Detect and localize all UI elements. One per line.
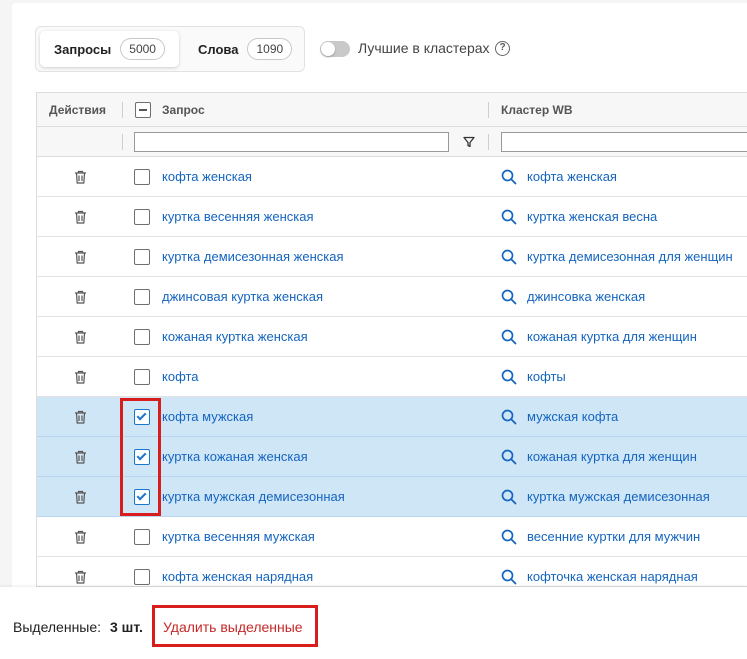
row-checkbox[interactable] [134,209,150,225]
table-row: куртка демисезонная женская куртка демисе… [37,237,747,277]
row-checkbox[interactable] [134,489,150,505]
search-icon[interactable] [501,529,517,545]
trash-icon[interactable] [74,330,87,344]
search-icon[interactable] [501,169,517,185]
trash-icon[interactable] [74,290,87,304]
trash-icon[interactable] [74,250,87,264]
query-link[interactable]: джинсовая куртка женская [162,289,323,304]
queries-table: Действия Запрос Кластер WB кофта женская… [36,92,747,587]
trash-icon[interactable] [74,570,87,584]
cluster-link[interactable]: кофта женская [527,169,617,184]
query-link[interactable]: куртка весенняя женская [162,209,314,224]
search-icon[interactable] [501,249,517,265]
search-icon[interactable] [501,329,517,345]
row-checkbox[interactable] [134,569,150,585]
cluster-link[interactable]: весенние куртки для мужчин [527,529,700,544]
best-in-clusters-label: Лучшие в кластерах [358,40,490,56]
table-row: кофта кофты [37,357,747,397]
row-checkbox[interactable] [134,169,150,185]
column-query[interactable]: Запрос [162,103,205,117]
column-actions: Действия [49,103,107,117]
best-in-clusters-toggle[interactable] [320,41,350,57]
query-link[interactable]: кофта женская [162,169,252,184]
search-icon[interactable] [501,209,517,225]
query-link[interactable]: кожаная куртка женская [162,329,308,344]
filter-icon[interactable] [463,136,475,148]
row-checkbox[interactable] [134,249,150,265]
table-row: кожаная куртка женская кожаная куртка для… [37,317,747,357]
table-row: джинсовая куртка женская джинсовка женска… [37,277,747,317]
check-mark [136,490,147,501]
column-separator [488,102,489,118]
table-row: кофта мужская мужская кофта [37,397,747,437]
row-checkbox[interactable] [134,529,150,545]
delete-selected-button[interactable]: Удалить выделенные [163,619,303,635]
query-link[interactable]: куртка демисезонная женская [162,249,344,264]
cluster-link[interactable]: кофты [527,369,566,384]
column-cluster[interactable]: Кластер WB [501,103,573,117]
query-link[interactable]: кофта [162,369,199,384]
tab-words[interactable]: Слова 1090 [184,31,302,67]
table-row: куртка весенняя женская куртка женская ве… [37,197,747,237]
trash-icon[interactable] [74,210,87,224]
tab-queries-label: Запросы [54,41,112,57]
trash-icon[interactable] [74,370,87,384]
search-icon[interactable] [501,289,517,305]
check-mark [136,450,147,461]
column-separator [122,134,123,150]
tab-words-label: Слова [198,41,239,57]
filter-row [37,127,747,157]
query-link[interactable]: куртка кожаная женская [162,449,308,464]
table-row: кофта женская нарядная кофточка женская н… [37,557,747,586]
cluster-link[interactable]: куртка демисезонная для женщин [527,249,733,264]
row-checkbox[interactable] [134,369,150,385]
search-icon[interactable] [501,449,517,465]
trash-icon[interactable] [74,530,87,544]
query-link[interactable]: кофта мужская [162,409,253,424]
cluster-link[interactable]: куртка мужская демисезонная [527,489,710,504]
search-icon[interactable] [501,369,517,385]
tab-queries-count: 5000 [120,38,165,60]
search-icon[interactable] [501,569,517,585]
search-icon[interactable] [501,489,517,505]
check-mark [136,410,147,421]
cluster-filter-input[interactable] [501,132,747,152]
cluster-link[interactable]: джинсовка женская [527,289,645,304]
indeterminate-mark [139,109,147,111]
selection-footer: Выделенные: 3 шт. Удалить выделенные [0,587,747,659]
table-row: кофта женская кофта женская [37,157,747,197]
selected-count: 3 шт. [110,619,143,635]
cluster-link[interactable]: мужская кофта [527,409,618,424]
select-all-checkbox[interactable] [135,102,151,118]
search-icon[interactable] [501,409,517,425]
cluster-link[interactable]: кожаная куртка для женщин [527,329,697,344]
query-link[interactable]: кофта женская нарядная [162,569,313,584]
column-separator [122,102,123,118]
cluster-link[interactable]: кожаная куртка для женщин [527,449,697,464]
tab-queries[interactable]: Запросы 5000 [40,31,179,67]
column-separator [488,134,489,150]
row-checkbox[interactable] [134,409,150,425]
query-link[interactable]: куртка весенняя мужская [162,529,315,544]
table-row: куртка кожаная женская кожаная куртка для… [37,437,747,477]
query-filter-input[interactable] [134,132,449,152]
query-link[interactable]: куртка мужская демисезонная [162,489,345,504]
table-header: Действия Запрос Кластер WB [37,93,747,127]
tab-words-count: 1090 [247,38,293,60]
cluster-link[interactable]: кофточка женская нарядная [527,569,698,584]
toggle-knob [321,42,335,56]
row-checkbox[interactable] [134,289,150,305]
table-row: куртка весенняя мужская весенние куртки д… [37,517,747,557]
selected-label: Выделенные: [13,619,102,635]
trash-icon[interactable] [74,450,87,464]
row-checkbox[interactable] [134,329,150,345]
trash-icon[interactable] [74,410,87,424]
trash-icon[interactable] [74,170,87,184]
row-checkbox[interactable] [134,449,150,465]
help-icon[interactable]: ? [495,41,510,56]
cluster-link[interactable]: куртка женская весна [527,209,657,224]
table-row: куртка мужская демисезонная куртка мужска… [37,477,747,517]
trash-icon[interactable] [74,490,87,504]
view-switcher: Запросы 5000 Слова 1090 [35,26,305,72]
